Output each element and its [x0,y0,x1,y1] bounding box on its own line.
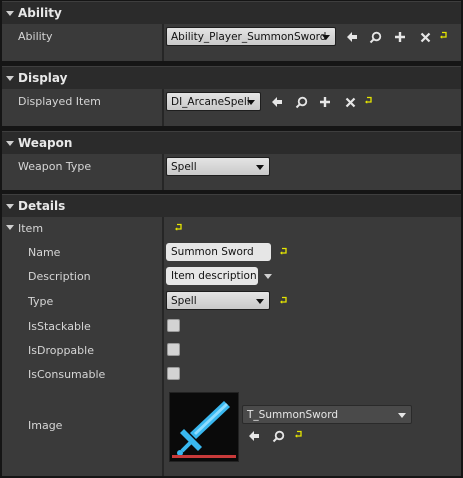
displayed-item-combo[interactable]: DI_ArcaneSpell [166,92,261,111]
sword-thumbnail-icon [172,401,236,458]
reset-to-default-icon[interactable] [172,221,186,235]
column-divider[interactable] [162,89,164,126]
image-label: Image [28,419,63,432]
name-label: Name [28,246,61,259]
clear-x-icon[interactable] [343,95,357,109]
browse-magnifier-icon[interactable] [294,95,308,109]
is-stackable-label: IsStackable [28,320,91,333]
description-value: Item description [171,270,257,282]
description-input[interactable]: Item description [166,267,258,285]
details-body: Item Name Summon Sword Description Item … [2,217,461,476]
add-plus-icon[interactable] [318,95,332,109]
weapon-type-value: Spell [171,160,197,173]
clear-x-icon[interactable] [418,30,432,44]
display-section-header[interactable]: Display [2,66,461,89]
ability-asset-value: Ability_Player_SummonSword [171,30,327,43]
reset-to-default-icon[interactable] [437,29,451,43]
displayed-item-value: DI_ArcaneSpell [171,95,250,108]
reset-to-default-icon[interactable] [277,294,291,308]
is-droppable-checkbox[interactable] [167,343,180,356]
add-plus-icon[interactable] [393,30,407,44]
image-asset-combo[interactable]: T_SummonSword [242,405,412,424]
weapon-section-title: Weapon [18,136,73,150]
weapon-type-select[interactable]: Spell [166,157,270,176]
displayed-item-row: Displayed Item DI_ArcaneSpell [2,89,461,126]
is-consumable-checkbox[interactable] [167,367,180,380]
name-input[interactable]: Summon Sword [166,243,271,261]
expand-arrow-icon[interactable] [6,203,14,209]
ability-row: Ability Ability_Player_SummonSword [2,24,461,61]
column-divider[interactable] [162,24,164,61]
weapon-type-label: Weapon Type [18,160,92,173]
dropdown-caret-icon [322,35,330,40]
expand-arrow-icon[interactable] [6,225,14,230]
dropdown-caret-icon [398,413,406,418]
expand-arrow-icon[interactable] [6,140,14,146]
use-selected-arrow-icon[interactable] [270,95,284,109]
is-stackable-checkbox[interactable] [167,319,180,332]
item-struct-label: Item [18,222,44,235]
dropdown-caret-icon [247,100,255,105]
image-thumbnail[interactable] [169,392,239,462]
expand-arrow-icon[interactable] [6,10,14,16]
display-section-title: Display [18,71,68,85]
use-selected-arrow-icon[interactable] [247,429,261,443]
type-value: Spell [171,294,197,307]
reset-to-default-icon[interactable] [292,428,306,442]
details-section-title: Details [18,199,66,213]
ability-asset-combo[interactable]: Ability_Player_SummonSword [166,27,336,46]
dropdown-caret-icon [256,165,264,170]
ability-section-title: Ability [18,6,62,20]
name-value: Summon Sword [171,246,254,258]
ability-section-header[interactable]: Ability [2,1,461,24]
dropdown-caret-icon [256,299,264,304]
weapon-type-row: Weapon Type Spell [2,154,461,190]
expand-multiline-caret-icon[interactable] [264,274,272,279]
image-asset-value: T_SummonSword [247,408,338,421]
use-selected-arrow-icon[interactable] [345,30,359,44]
is-consumable-label: IsConsumable [28,368,106,381]
type-select[interactable]: Spell [166,291,270,310]
reset-to-default-icon[interactable] [277,245,291,259]
type-label: Type [28,295,54,308]
ability-label: Ability [18,30,53,43]
column-divider[interactable] [162,154,164,190]
weapon-section-header[interactable]: Weapon [2,131,461,154]
browse-magnifier-icon[interactable] [271,429,285,443]
details-section-header[interactable]: Details [2,194,461,217]
displayed-item-label: Displayed Item [18,95,101,108]
column-divider[interactable] [162,217,164,476]
browse-magnifier-icon[interactable] [368,30,382,44]
expand-arrow-icon[interactable] [6,75,14,81]
is-droppable-label: IsDroppable [28,344,94,357]
reset-to-default-icon[interactable] [362,94,376,108]
description-label: Description [28,270,91,283]
